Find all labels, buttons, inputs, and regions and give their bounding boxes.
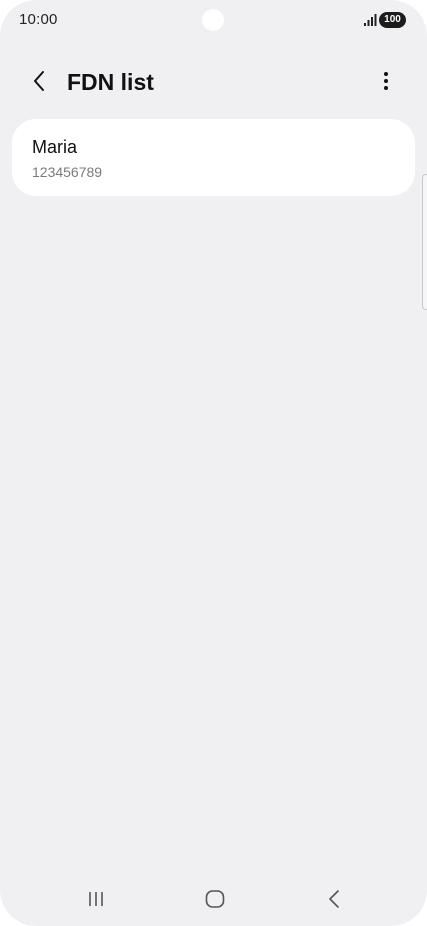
battery-icon: 100 [379, 12, 406, 28]
list-item[interactable]: Maria 123456789 [12, 119, 415, 196]
signal-bars-icon [363, 13, 377, 27]
navigation-bar [0, 878, 427, 926]
front-camera [202, 9, 224, 31]
back-button[interactable] [24, 68, 54, 98]
chevron-left-icon [32, 70, 46, 97]
recent-apps-icon [86, 889, 106, 914]
recent-apps-button[interactable] [76, 886, 116, 916]
more-vertical-icon [383, 71, 389, 96]
status-bar: 10:00 100 [0, 0, 427, 42]
edge-panel-handle[interactable] [422, 174, 427, 310]
back-icon [327, 889, 341, 914]
home-icon [204, 888, 226, 915]
contact-number: 123456789 [32, 164, 103, 180]
phone-screen: 10:00 100 FDN list Maria 123456789 [0, 0, 427, 926]
nav-back-button[interactable] [314, 886, 354, 916]
status-time: 10:00 [19, 11, 58, 28]
page-title: FDN list [67, 69, 154, 95]
contact-name: Maria [32, 137, 78, 157]
more-options-button[interactable] [371, 68, 401, 98]
app-bar: FDN list [0, 56, 427, 112]
home-button[interactable] [195, 886, 235, 916]
